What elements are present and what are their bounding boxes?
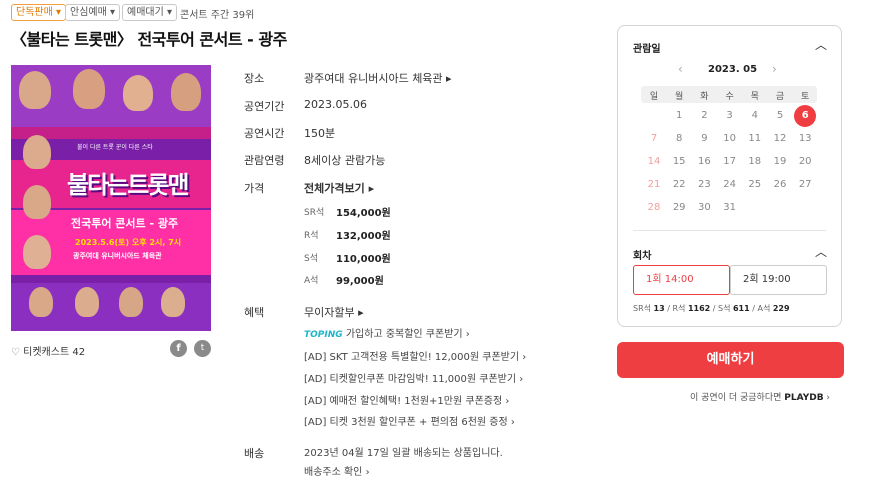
calendar-day: 29 [672, 202, 686, 213]
delivery-address-link[interactable]: 배송주소 확인 › [304, 463, 370, 478]
calendar-day: 2 [701, 110, 708, 121]
calendar-day: 28 [647, 202, 661, 213]
duration-label: 공연시간 [244, 127, 285, 140]
calendar-day: 22 [672, 179, 686, 190]
price-label: 가격 [244, 182, 265, 195]
calendar-day: 26 [773, 179, 787, 190]
calendar-day: 13 [798, 133, 812, 144]
weekday-1: 월 [675, 92, 684, 102]
toping-logo: TOPING [304, 330, 343, 340]
price-r: 132,000원 [336, 231, 391, 242]
calendar-day: 31 [723, 202, 736, 213]
date-section-label: 관람일 [633, 44, 661, 55]
heart-icon: ♡ [11, 347, 20, 358]
weekday-2: 화 [700, 92, 709, 102]
calendar-day: 10 [723, 133, 736, 144]
round-section-label: 회차 [633, 251, 652, 262]
ticketcast-like[interactable]: ♡ 티켓캐스트 42 [11, 343, 85, 358]
calendar-day: 19 [773, 156, 787, 167]
calendar-day: 21 [647, 179, 661, 190]
chevron-up-icon[interactable]: ︿ [815, 243, 827, 260]
page-title: 〈불타는 트롯맨〉 전국투어 콘서트 - 광주 [11, 30, 287, 49]
period-label: 공연기간 [244, 100, 285, 113]
price-all-link[interactable]: 전체가격보기 ▸ [304, 180, 374, 196]
prev-month-icon[interactable]: ‹ [678, 62, 683, 76]
price-a: 99,000원 [336, 276, 384, 287]
round-option-1[interactable]: 1회 14:00 [633, 265, 730, 295]
calendar-day: 20 [798, 156, 812, 167]
tag-waitlist[interactable]: 예매대기 ▾ [122, 4, 178, 21]
next-month-icon[interactable]: › [772, 62, 777, 76]
ad-coupon-3[interactable]: [AD] 예매전 할인혜택! 1천원+1만원 쿠폰증정 › [304, 392, 509, 407]
tag-safe-booking[interactable]: 안심예매 ▾ [65, 4, 121, 21]
calendar-day: 5 [776, 110, 784, 121]
playdb-link[interactable]: 이 공연이 더 궁금하다면 PLAYDB › [690, 390, 830, 403]
ad-coupon-1[interactable]: [AD] SKT 고객전용 특별할인! 12,000원 쿠폰받기 › [304, 348, 526, 363]
toping-coupon-link[interactable]: TOPING 가입하고 중복할인 쿠폰받기 › [304, 325, 470, 340]
calendar-day: 17 [723, 156, 736, 167]
facebook-icon[interactable]: f [170, 340, 187, 357]
calendar-day: 15 [672, 156, 686, 167]
ad-coupon-2[interactable]: [AD] 티켓할인쿠폰 마감임박! 11,000원 쿠폰받기 › [304, 370, 523, 385]
calendar-day: 16 [698, 156, 711, 167]
book-button[interactable]: 예매하기 [617, 342, 844, 378]
seat-availability: SR석 13 / R석 1162 / S석 611 / A석 229 [633, 304, 790, 313]
calendar-day: 9 [701, 133, 708, 144]
calendar-month: 2023. 05 [708, 64, 758, 75]
weekly-rank: 콘서트 주간 39위 [180, 10, 255, 21]
round-option-2[interactable]: 2회 19:00 [730, 265, 827, 295]
calendar-day: 3 [726, 110, 733, 121]
poster-image: 불이 다른 트롯 꾼이 다른 스타 불타는트롯맨 전국투어 콘서트 - 광주 2… [11, 65, 211, 331]
calendar-day: 1 [676, 110, 683, 121]
age-label: 관람연령 [244, 154, 285, 167]
price-sr: 154,000원 [336, 208, 391, 219]
delivery-label: 배송 [244, 447, 265, 460]
calendar-day: 30 [698, 202, 711, 213]
calendar-day: 27 [798, 179, 812, 190]
weekday-0: 일 [649, 92, 659, 102]
benefit-label: 혜택 [244, 306, 265, 319]
weekday-3: 수 [725, 92, 734, 102]
interest-free-link[interactable]: 무이자할부 ▸ [304, 304, 364, 320]
calendar-day: 8 [676, 133, 683, 144]
weekday-5: 금 [775, 92, 785, 102]
ad-coupon-4[interactable]: [AD] 티켓 3천원 할인쿠폰 + 편의점 6천원 증정 › [304, 413, 515, 428]
calendar-day: 7 [650, 133, 658, 144]
tag-exclusive[interactable]: 단독판매 ▾ [11, 4, 67, 21]
poster-logo: 불타는트롯맨 [67, 171, 189, 199]
chevron-up-icon[interactable]: ︿ [815, 36, 827, 53]
age-value: 8세이상 관람가능 [304, 154, 386, 167]
calendar-day: 25 [748, 179, 762, 190]
calendar-day: 4 [751, 110, 758, 121]
calendar-day: 12 [773, 133, 787, 144]
weekday-6: 토 [801, 92, 810, 102]
calendar-day: 24 [723, 179, 736, 190]
venue-label: 장소 [244, 72, 265, 85]
price-s: 110,000원 [336, 254, 391, 265]
calendar-day: 14 [647, 156, 661, 167]
duration-value: 150분 [304, 127, 336, 140]
twitter-icon[interactable]: t [194, 340, 211, 357]
weekday-4: 목 [750, 92, 759, 102]
calendar-day: 23 [698, 179, 711, 190]
venue-link[interactable]: 광주여대 유니버시아드 체육관 ▸ [304, 70, 452, 86]
calendar-day: 11 [748, 133, 762, 144]
delivery-info: 2023년 04월 17일 일괄 배송되는 상품입니다. [304, 448, 503, 459]
playdb-logo: PLAYDB [784, 393, 824, 403]
period-value: 2023.05.06 [304, 98, 367, 111]
calendar-day: 18 [748, 156, 762, 167]
